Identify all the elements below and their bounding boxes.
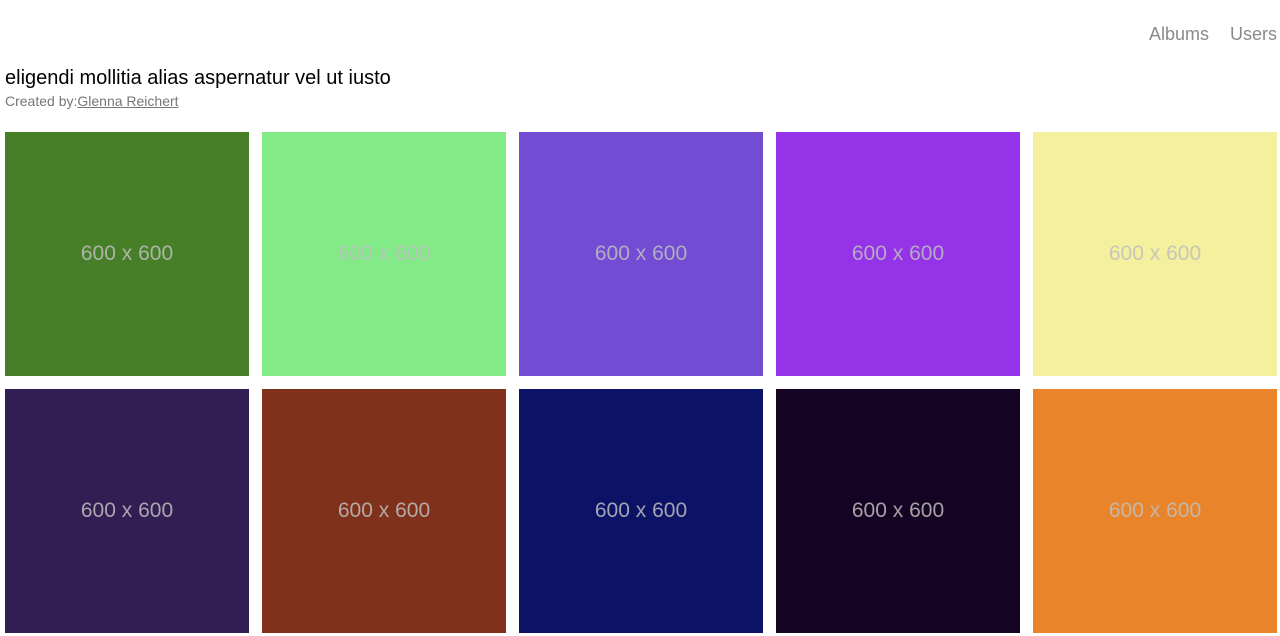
created-by-label: Created by: bbox=[5, 93, 78, 109]
photo-thumbnail[interactable]: 600 x 600 bbox=[5, 389, 249, 633]
photo-size-label: 600 x 600 bbox=[1108, 499, 1202, 522]
photo-size-label: 600 x 600 bbox=[594, 499, 688, 522]
photo-size-label: 600 x 600 bbox=[594, 242, 688, 265]
nav-link-albums[interactable]: Albums bbox=[1149, 24, 1209, 44]
photo-thumbnail[interactable]: 600 x 600 bbox=[262, 132, 506, 376]
photo-size-label: 600 x 600 bbox=[1108, 242, 1202, 265]
photo-thumbnail[interactable]: 600 x 600 bbox=[262, 389, 506, 633]
photo-size-label: 600 x 600 bbox=[337, 499, 431, 522]
photo-thumbnail[interactable]: 600 x 600 bbox=[519, 132, 763, 376]
photo-thumbnail[interactable]: 600 x 600 bbox=[776, 389, 1020, 633]
photo-size-label: 600 x 600 bbox=[337, 242, 431, 265]
photo-thumbnail[interactable]: 600 x 600 bbox=[1033, 389, 1277, 633]
top-nav: Albums Users bbox=[1149, 24, 1277, 44]
photo-size-label: 600 x 600 bbox=[80, 499, 174, 522]
album-title: eligendi mollitia alias aspernatur vel u… bbox=[5, 67, 391, 89]
photo-size-label: 600 x 600 bbox=[851, 242, 945, 265]
photo-thumbnail[interactable]: 600 x 600 bbox=[1033, 132, 1277, 376]
album-header: eligendi mollitia alias aspernatur vel u… bbox=[5, 67, 391, 109]
creator-link[interactable]: Glenna Reichert bbox=[77, 93, 178, 109]
photo-thumbnail[interactable]: 600 x 600 bbox=[519, 389, 763, 633]
nav-link-users[interactable]: Users bbox=[1230, 24, 1277, 44]
photo-thumbnail[interactable]: 600 x 600 bbox=[5, 132, 249, 376]
photo-grid: 600 x 600 600 x 600 600 x 600 600 x 600 … bbox=[5, 132, 1277, 633]
photo-thumbnail[interactable]: 600 x 600 bbox=[776, 132, 1020, 376]
album-creator: Created by:Glenna Reichert bbox=[5, 93, 391, 109]
photo-size-label: 600 x 600 bbox=[80, 242, 174, 265]
photo-size-label: 600 x 600 bbox=[851, 499, 945, 522]
